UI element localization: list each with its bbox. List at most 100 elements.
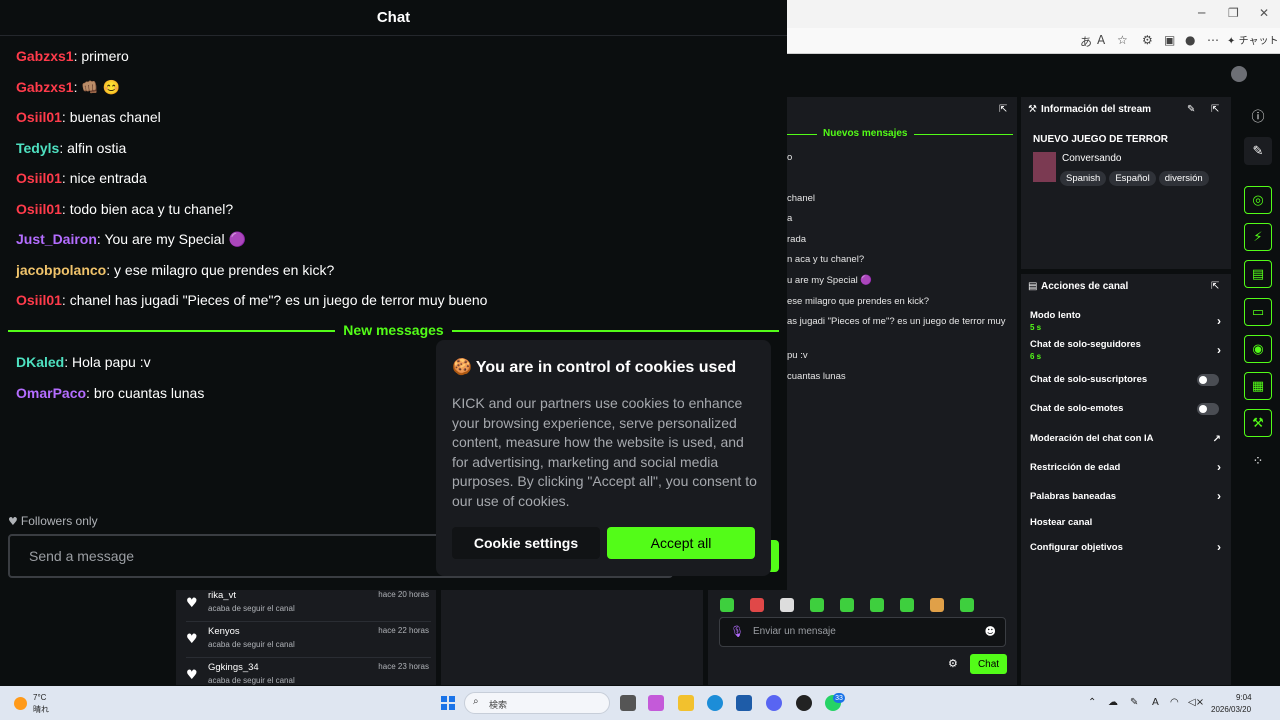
subscribers-only-toggle[interactable] (1197, 374, 1219, 386)
tag: Español (1109, 171, 1156, 186)
document-icon[interactable]: ▤ (1244, 260, 1272, 288)
emote-icon[interactable] (960, 598, 974, 612)
close-icon[interactable]: ✕ (1259, 6, 1269, 20)
chat-username[interactable]: Tedyls (16, 140, 59, 156)
read-aloud-icon[interactable]: A (1097, 33, 1105, 47)
chat-send-button[interactable]: Chat (970, 654, 1007, 674)
chat-username[interactable]: OmarPaco (16, 385, 86, 401)
action-host-channel[interactable]: Hostear canal (1030, 517, 1225, 528)
edit-icon[interactable]: ✎ (1187, 104, 1195, 115)
store-icon[interactable] (736, 695, 752, 711)
discord-icon[interactable] (766, 695, 782, 711)
info-icon[interactable]: ⓘ (1244, 101, 1272, 129)
action-ai-moderation[interactable]: Moderación del chat con IA ↗ (1030, 433, 1225, 445)
emoji-icon[interactable]: ☻ (985, 625, 996, 638)
emote-icon[interactable] (810, 598, 824, 612)
copilot-app-icon[interactable] (648, 695, 664, 711)
camera-icon[interactable]: ◎ (1244, 186, 1272, 214)
file-explorer-icon[interactable] (678, 695, 694, 711)
split-screen-icon[interactable]: ▣ (1164, 33, 1175, 47)
chat-line: a (787, 213, 793, 224)
cookie-consent-dialog: 🍪 You are in control of cookies used KICK… (436, 340, 771, 576)
chat-username[interactable]: DKaled (16, 354, 64, 370)
popout-icon[interactable]: ⇱ (1211, 104, 1219, 115)
input-method-icon[interactable]: A (1152, 697, 1159, 708)
avatar[interactable] (1231, 66, 1247, 82)
action-goals[interactable]: Configurar objetivos › (1030, 540, 1225, 554)
chevron-up-icon[interactable]: ⌃ (1088, 697, 1096, 708)
dashboard-chat-input[interactable]: 🎙 Enviar un mensaje ☻ (719, 617, 1006, 647)
heart-icon: ♥ (186, 596, 198, 611)
edit-icon[interactable]: ✎ (1244, 137, 1272, 165)
chat-text: : buenas chanel (61, 109, 161, 125)
heart-icon: ♥ (186, 632, 198, 647)
chat-username[interactable]: Gabzxs1 (16, 79, 74, 95)
popout-icon[interactable]: ⇱ (999, 104, 1007, 115)
wrench-icon[interactable]: ⚒ (1244, 409, 1272, 437)
lightning-icon[interactable]: ⚡ (1244, 223, 1272, 251)
copilot-button[interactable]: ✦ チャット (1227, 32, 1278, 47)
heart-icon: ♥ (8, 515, 18, 528)
favorite-icon[interactable]: ☆ (1117, 33, 1128, 47)
taskbar-search[interactable]: ⌕ 検索 (464, 692, 610, 714)
panel-title: Información del stream (1041, 104, 1152, 115)
translate-icon[interactable]: あ (1080, 33, 1092, 50)
browser-titlebar: ─ ❐ ✕ (787, 0, 1280, 28)
chat-username[interactable]: Osiil01 (16, 170, 62, 186)
wifi-icon[interactable]: ◠ (1170, 697, 1179, 708)
emote-icon[interactable] (900, 598, 914, 612)
emote-icon[interactable] (870, 598, 884, 612)
microphone-icon[interactable]: 🎙 (730, 625, 744, 638)
list-item[interactable]: ♥ rika_vt acaba de seguir el canal hace … (186, 588, 431, 622)
chat-line: pu :v (787, 350, 808, 361)
chat-username[interactable]: Osiil01 (16, 201, 62, 217)
emotes-only-toggle[interactable] (1197, 403, 1219, 415)
cookie-settings-button[interactable]: Cookie settings (452, 527, 600, 559)
chat-message: Tedyls: alfin ostia (16, 140, 126, 156)
chat-username[interactable]: Osiil01 (16, 109, 62, 125)
action-slow-mode[interactable]: Modo lento 5 s › (1030, 310, 1225, 332)
chat-text: : primero (73, 48, 129, 64)
action-emotes-only: Chat de solo-emotes (1030, 403, 1225, 415)
more-icon[interactable]: ⋯ (1207, 33, 1219, 47)
emote-icon[interactable] (840, 598, 854, 612)
chat-username[interactable]: jacobpolanco (16, 262, 106, 278)
list-item[interactable]: ♥ Kenyos acaba de seguir el canal hace 2… (186, 624, 431, 658)
broadcast-icon[interactable]: ◉ (1244, 335, 1272, 363)
obs-icon[interactable] (796, 695, 812, 711)
maximize-icon[interactable]: ❐ (1228, 6, 1239, 20)
emote-icon[interactable] (720, 598, 734, 612)
gear-icon[interactable]: ⚙ (948, 657, 958, 670)
apps-icon[interactable]: ⁘ (1244, 447, 1272, 475)
volume-icon[interactable]: ◁× (1188, 697, 1204, 708)
chat-text: : y ese milagro que prendes en kick? (106, 262, 335, 278)
clock-date[interactable]: 2026/03/20 (1211, 705, 1251, 714)
popout-icon[interactable]: ⇱ (1211, 281, 1219, 292)
chat-bubble-icon[interactable]: ▭ (1244, 298, 1272, 326)
pen-icon[interactable]: ✎ (1130, 697, 1138, 708)
action-followers-only[interactable]: Chat de solo-seguidores 6 s › (1030, 339, 1225, 361)
action-banned-words[interactable]: Palabras baneadas › (1030, 489, 1225, 503)
accept-all-button[interactable]: Accept all (607, 527, 755, 559)
action-age-restriction[interactable]: Restricción de edad › (1030, 460, 1225, 474)
search-placeholder: 検索 (489, 700, 508, 710)
minimize-icon[interactable]: ─ (1198, 6, 1205, 20)
chevron-right-icon: › (1217, 489, 1221, 503)
task-view-icon[interactable] (620, 695, 636, 711)
emote-icon[interactable] (750, 598, 764, 612)
layout-icon[interactable]: ▦ (1244, 372, 1272, 400)
chat-line: n aca y tu chanel? (787, 254, 865, 265)
chat-message: Gabzxs1: primero (16, 48, 129, 64)
weather-icon[interactable] (14, 697, 27, 710)
emote-icon[interactable] (930, 598, 944, 612)
profile-icon[interactable]: ● (1185, 33, 1195, 47)
clock-time[interactable]: 9:04 (1236, 693, 1252, 702)
chat-username[interactable]: Gabzxs1 (16, 48, 74, 64)
chat-username[interactable]: Just_Dairon (16, 231, 97, 247)
start-button[interactable] (441, 696, 455, 710)
edge-icon[interactable] (707, 695, 723, 711)
chat-username[interactable]: Osiil01 (16, 292, 62, 308)
extensions-icon[interactable]: ⚙ (1142, 33, 1153, 47)
cloud-icon[interactable]: ☁ (1108, 697, 1118, 708)
emote-icon[interactable] (780, 598, 794, 612)
